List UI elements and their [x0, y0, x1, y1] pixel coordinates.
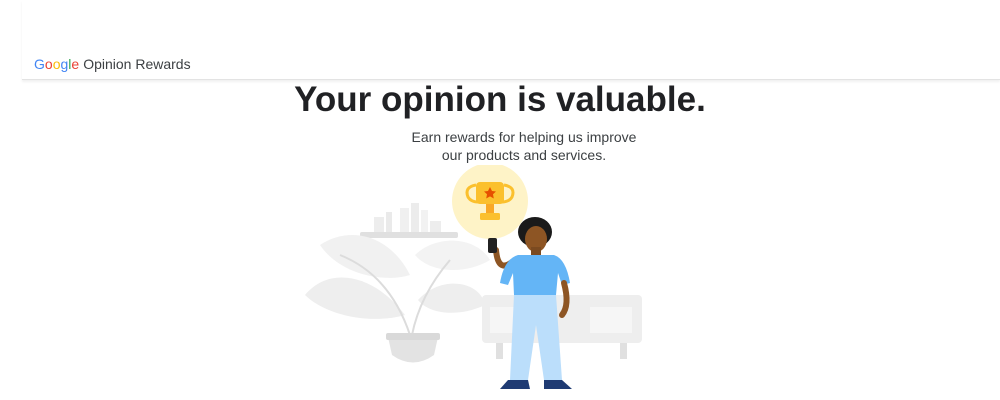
- plant-icon: [305, 235, 490, 363]
- logo-letter: G: [34, 56, 45, 72]
- logo-letter: e: [71, 56, 80, 72]
- rewards-illustration: [305, 165, 642, 389]
- logo-letter: o: [44, 56, 53, 72]
- product-name: Opinion Rewards: [83, 56, 191, 72]
- hero-subtitle-line: Earn rewards for helping us improve: [411, 129, 637, 145]
- hero-subtitle: Earn rewards for helping us improve our …: [0, 128, 1000, 164]
- top-header: Google Opinion Rewards: [22, 0, 1000, 80]
- hero-title: Your opinion is valuable.: [294, 80, 706, 119]
- hero-subtitle-line: our products and services.: [441, 147, 607, 163]
- brand-logo[interactable]: Google Opinion Rewards: [34, 56, 191, 72]
- shelf-icon: [360, 203, 458, 238]
- trophy-icon: [452, 165, 528, 243]
- bench-icon: [482, 295, 642, 359]
